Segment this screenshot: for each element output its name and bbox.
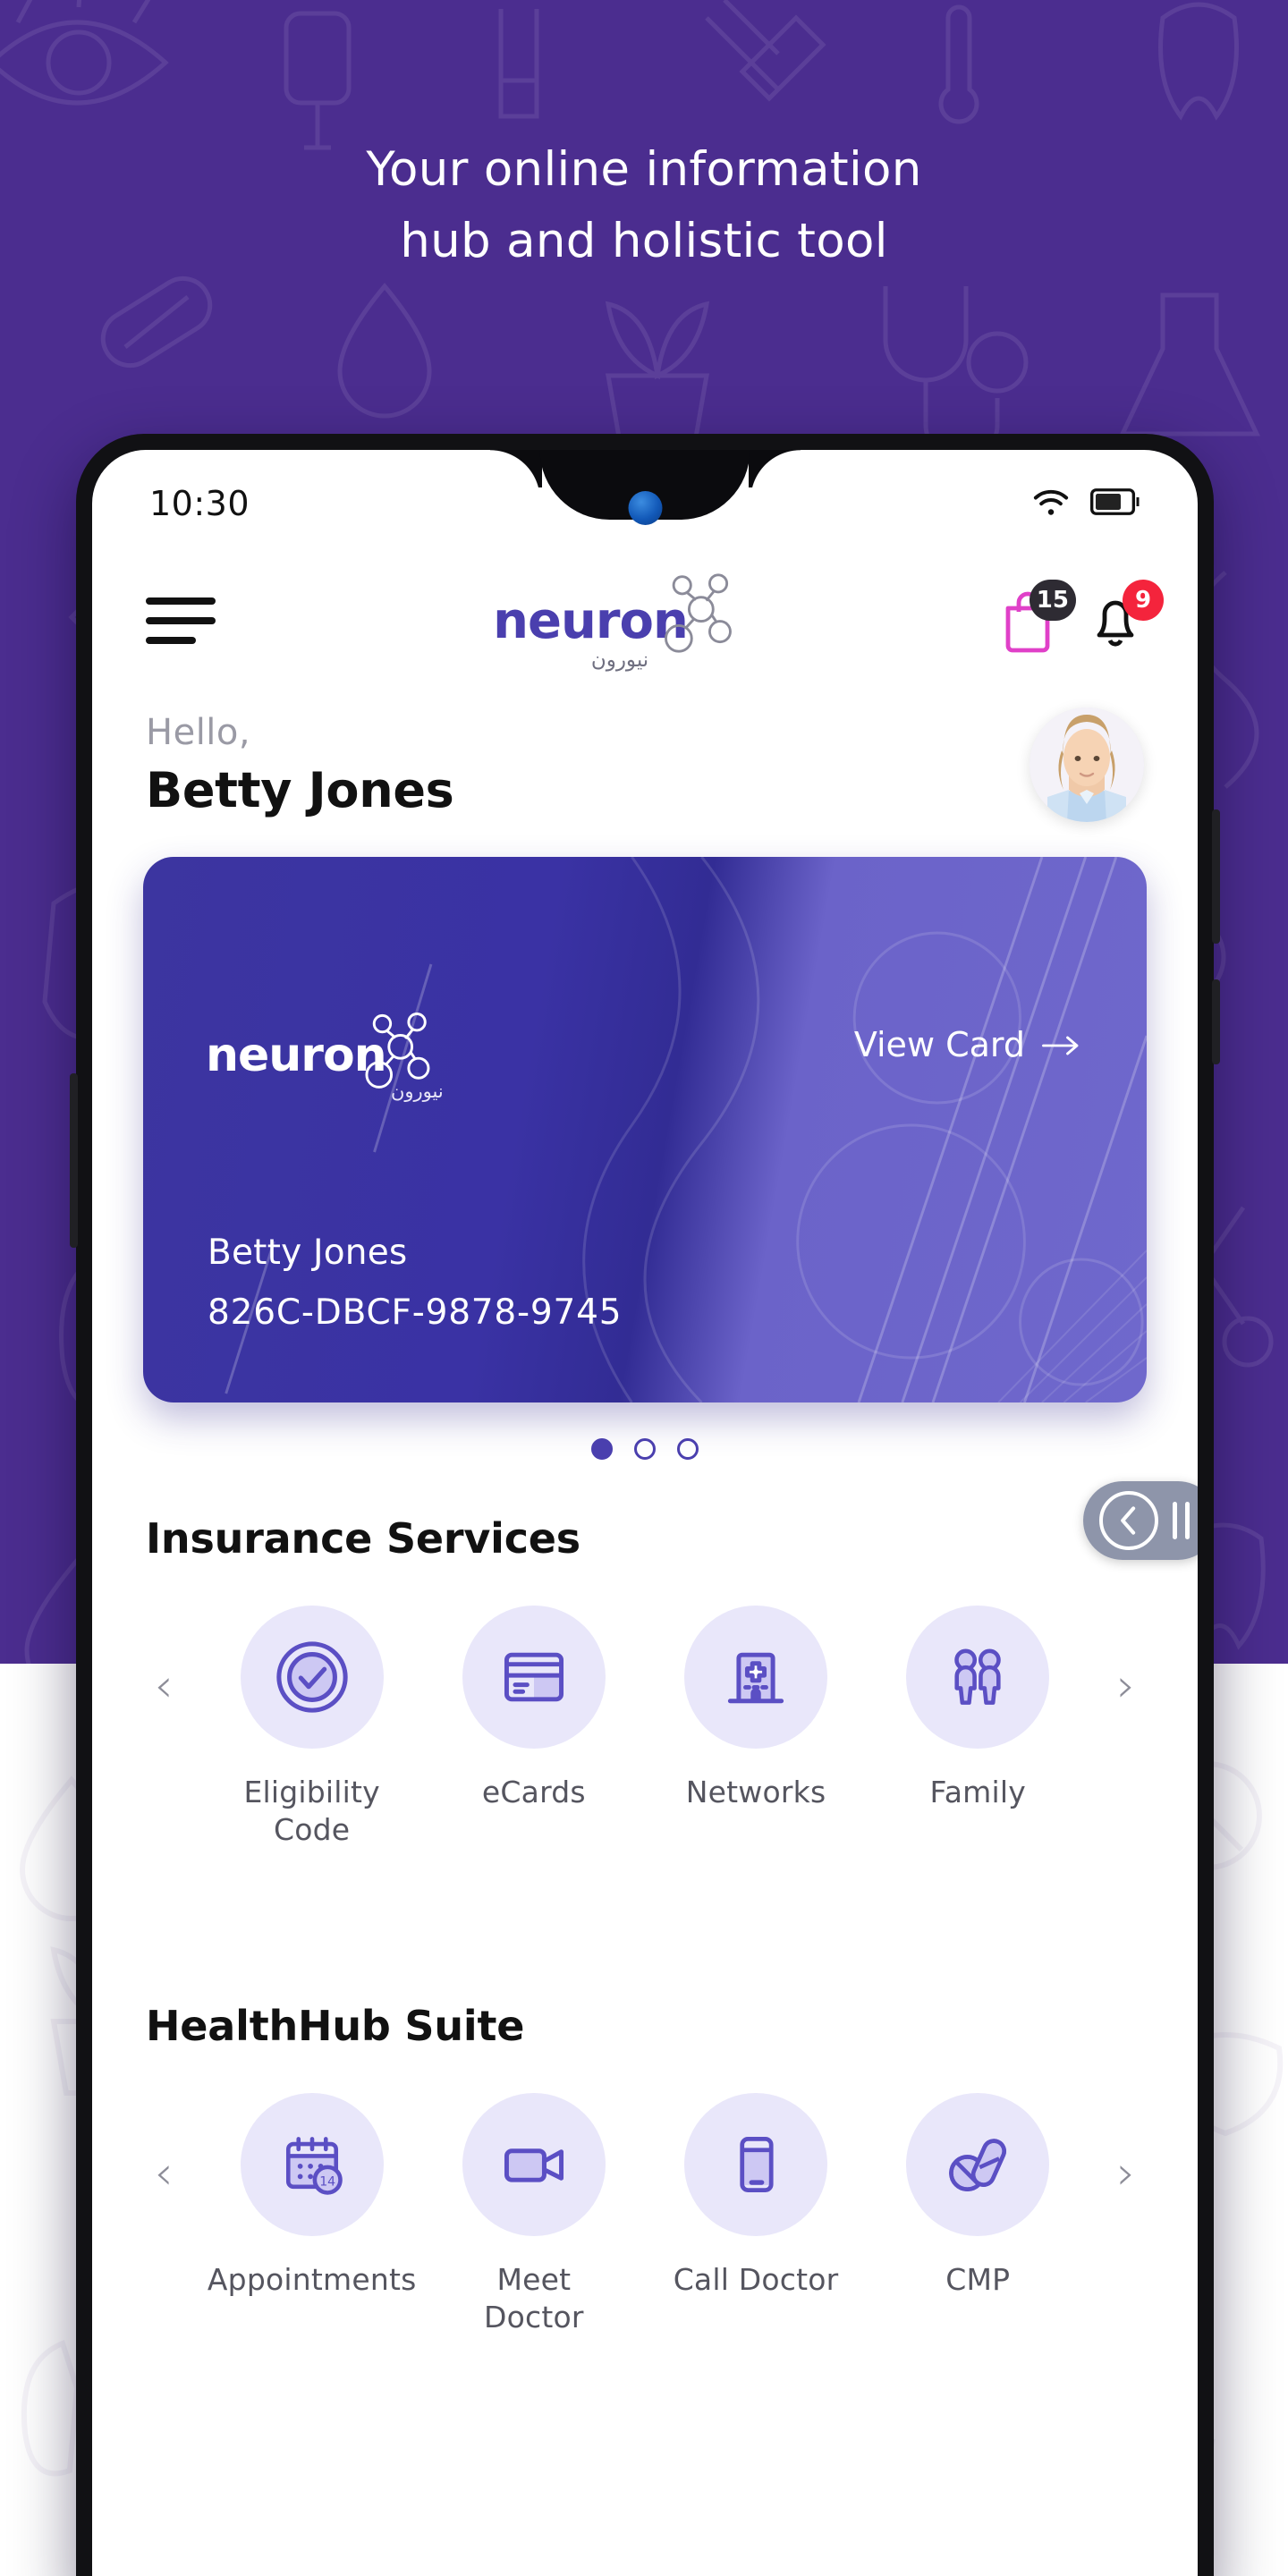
tile-label: Call Doctor (673, 2262, 839, 2297)
svg-text:14: 14 (319, 2174, 335, 2189)
tile-label: Family (929, 1775, 1026, 1809)
healthhub-prev-arrow[interactable]: ‹ (146, 2093, 182, 2254)
brand-name-arabic: نيورون (590, 648, 649, 672)
tile-label: CMP (945, 2262, 1011, 2297)
wifi-icon (1031, 486, 1071, 521)
hospital-icon (684, 1606, 828, 1749)
insurance-services-title: Insurance Services (146, 1514, 580, 1563)
tile-appointments[interactable]: 14 Appointments (208, 2093, 416, 2299)
insurance-card[interactable]: neuron نيورون View Card Betty Jones 826C… (143, 857, 1147, 1402)
tile-networks[interactable]: Networks (665, 1606, 848, 1811)
notification-bell-icon[interactable]: 9 (1087, 580, 1164, 653)
tile-cmp[interactable]: CMP (886, 2093, 1070, 2299)
insurance-prev-arrow[interactable]: ‹ (146, 1606, 182, 1767)
insurance-next-arrow[interactable]: › (1108, 1606, 1144, 1767)
card-member-number: 826C-DBCF-9878-9745 (208, 1292, 623, 1333)
card-member-info: Betty Jones 826C-DBCF-9878-9745 (208, 1233, 622, 1333)
card-brand-arabic: نيورون (390, 1080, 444, 1102)
tile-label: Eligibility Code (243, 1775, 380, 1847)
headline-line-2: hub and holistic tool (400, 214, 888, 268)
phone-screen: 10:30 neuron نيورون 15 9 Hello, Betty Jo… (92, 450, 1198, 2576)
insurance-services-section: Insurance Services ‹ Eligibility Code eC… (92, 1514, 1198, 1849)
avatar[interactable] (1030, 708, 1144, 822)
people-icon (906, 1606, 1050, 1749)
insurance-card-carousel: neuron نيورون View Card Betty Jones 826C… (92, 857, 1198, 1402)
tile-meet-doctor[interactable]: Meet Doctor (442, 2093, 625, 2336)
tile-label: Meet Doctor (484, 2262, 584, 2334)
video-camera-icon (462, 2093, 606, 2236)
tile-family[interactable]: Family (886, 1606, 1070, 1811)
chevron-left-icon[interactable] (1099, 1491, 1158, 1550)
carousel-dots (92, 1438, 1198, 1460)
calendar-icon: 14 (240, 2093, 384, 2236)
phone-side-button (70, 1073, 78, 1248)
headline-line-1: Your online information (366, 142, 922, 197)
app-header: neuron نيورون 15 9 (92, 564, 1198, 677)
healthhub-suite-section: HealthHub Suite ‹ 14 Appointments Meet D… (92, 2002, 1198, 2336)
drag-handle-icon[interactable] (1173, 1502, 1198, 1539)
carousel-dot-2[interactable] (634, 1438, 656, 1460)
arrow-right-icon (1041, 1025, 1080, 1064)
tile-label: eCards (481, 1775, 586, 1809)
view-card-button[interactable]: View Card (854, 1025, 1080, 1064)
tile-label: Appointments (207, 2262, 417, 2297)
hamburger-menu-icon[interactable] (146, 597, 216, 644)
tile-eligibility-code[interactable]: Eligibility Code (220, 1606, 403, 1849)
carousel-dot-1[interactable] (591, 1438, 613, 1460)
tile-call-doctor[interactable]: Call Doctor (665, 2093, 848, 2299)
mobile-phone-icon (684, 2093, 828, 2236)
neuron-molecule-icon (648, 570, 747, 659)
app-logo: neuron نيورون (493, 570, 747, 672)
header-actions: 15 9 (999, 580, 1164, 653)
battery-icon (1089, 488, 1140, 519)
floating-nav-pill[interactable] (1083, 1481, 1198, 1560)
card-member-name: Betty Jones (208, 1233, 408, 1273)
card-logo: neuron نيورون (206, 1009, 444, 1102)
greeting-text: Hello, Betty Jones (146, 712, 454, 818)
pills-icon (906, 2093, 1050, 2236)
view-card-label: View Card (853, 1025, 1025, 1064)
status-time: 10:30 (149, 484, 250, 523)
insurance-services-tiles: ‹ Eligibility Code eCards Networks Famil… (146, 1606, 1144, 1849)
healthhub-suite-tiles: ‹ 14 Appointments Meet Doctor Call Docto… (146, 2093, 1144, 2336)
healthhub-next-arrow[interactable]: › (1108, 2093, 1144, 2254)
greeting-hello: Hello, (146, 711, 251, 753)
healthhub-suite-title: HealthHub Suite (146, 2002, 525, 2050)
tile-ecards[interactable]: eCards (442, 1606, 625, 1811)
tile-label: Networks (685, 1775, 826, 1809)
shopping-bag-icon[interactable]: 15 (999, 580, 1076, 653)
check-circle-icon (240, 1606, 384, 1749)
status-bar: 10:30 (92, 450, 1198, 557)
phone-mockup: 10:30 neuron نيورون 15 9 Hello, Betty Jo… (70, 434, 1220, 2576)
cart-badge: 15 (1029, 580, 1076, 621)
phone-volume-button (1212, 979, 1220, 1064)
promo-headline: Your online information hub and holistic… (0, 134, 1288, 277)
phone-power-button (1212, 809, 1220, 944)
notification-badge: 9 (1122, 580, 1164, 621)
card-icon (462, 1606, 606, 1749)
carousel-dot-3[interactable] (677, 1438, 699, 1460)
greeting-section: Hello, Betty Jones (92, 708, 1198, 822)
greeting-name: Betty Jones (146, 761, 454, 818)
